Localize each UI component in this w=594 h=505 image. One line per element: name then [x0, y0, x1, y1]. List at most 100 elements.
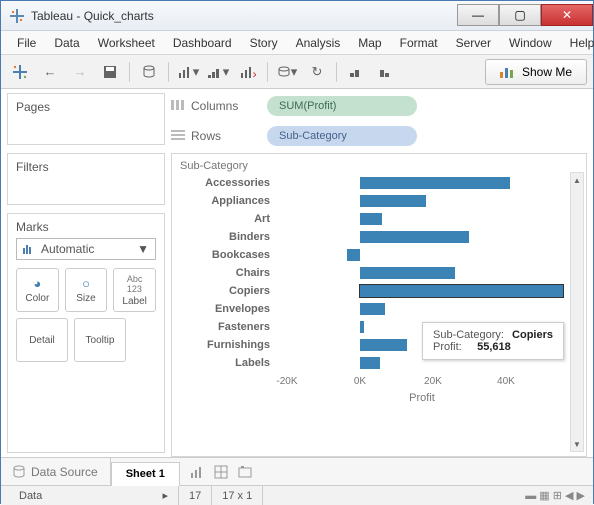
columns-icon — [171, 100, 185, 112]
bar[interactable] — [360, 321, 364, 333]
bar[interactable] — [360, 231, 470, 243]
close-button[interactable]: ✕ — [541, 4, 593, 26]
run-button[interactable]: ↻ — [304, 60, 330, 84]
pages-shelf[interactable]: Pages — [7, 93, 165, 145]
menu-data[interactable]: Data — [48, 34, 85, 52]
marks-label[interactable]: Abc123Label — [113, 268, 156, 312]
bar[interactable] — [360, 357, 380, 369]
tooltip-key1: Sub-Category: — [433, 329, 504, 341]
vertical-scrollbar[interactable]: ▲ ▼ — [570, 172, 584, 452]
size-label: Size — [76, 293, 95, 304]
bar[interactable] — [360, 303, 386, 315]
bar[interactable] — [360, 177, 510, 189]
data-source-label: Data Source — [31, 465, 98, 479]
autoupdate-button[interactable]: ▾ — [274, 60, 300, 84]
status-dims: 17 x 1 — [212, 486, 263, 505]
datasource-button[interactable] — [136, 60, 162, 84]
columns-label: Columns — [191, 99, 238, 113]
forward-button[interactable]: → — [67, 60, 93, 84]
filters-label: Filters — [16, 160, 49, 174]
bar[interactable] — [360, 213, 382, 225]
chart-row[interactable]: Copiers — [176, 282, 568, 300]
scroll-up-icon[interactable]: ▲ — [571, 173, 583, 187]
menu-help[interactable]: Help — [564, 34, 594, 52]
chart-row[interactable]: Chairs — [176, 264, 568, 282]
menu-file[interactable]: File — [11, 34, 42, 52]
tooltip-val1: Copiers — [507, 329, 553, 341]
marks-card: Marks Automatic ▼ ◕Color ○Size Abc123Lab… — [7, 213, 165, 453]
menu-server[interactable]: Server — [450, 34, 497, 52]
new-dashboard-icon[interactable] — [214, 465, 228, 479]
menu-window[interactable]: Window — [503, 34, 558, 52]
new-worksheet-button[interactable]: ▾ — [175, 60, 201, 84]
marks-color[interactable]: ◕Color — [16, 268, 59, 312]
detail-label: Detail — [29, 335, 55, 346]
clear-button[interactable]: ✕ — [235, 60, 261, 84]
chart-row[interactable]: Binders — [176, 228, 568, 246]
logo-icon[interactable] — [7, 60, 33, 84]
title-bar: Tableau - Quick_charts — ▢ ✕ — [1, 1, 593, 31]
view-mode-icons[interactable]: ▬ ▦ ⊞ ◀ ▶ — [525, 489, 585, 502]
chart-row[interactable]: Bookcases — [176, 246, 568, 264]
label-icon: Abc123 — [127, 274, 143, 294]
menu-dashboard[interactable]: Dashboard — [167, 34, 238, 52]
new-story-icon[interactable] — [238, 465, 252, 479]
save-button[interactable] — [97, 60, 123, 84]
sort-desc-button[interactable] — [373, 60, 399, 84]
status-bar: Data▸ 17 17 x 1 ▬ ▦ ⊞ ◀ ▶ — [1, 485, 593, 505]
new-worksheet-icon[interactable] — [190, 465, 204, 479]
marks-tooltip[interactable]: Tooltip — [74, 318, 126, 362]
maximize-button[interactable]: ▢ — [499, 4, 541, 26]
axis-tick: 0K — [354, 376, 366, 387]
chart-row[interactable]: Appliances — [176, 192, 568, 210]
axis-tick: 20K — [424, 376, 442, 387]
marks-label: Marks — [16, 220, 156, 234]
rows-shelf[interactable]: Rows Sub-Category — [171, 123, 587, 149]
rows-label: Rows — [191, 129, 221, 143]
tooltip: Sub-Category: Copiers Profit: 55,618 — [422, 322, 564, 360]
tooltip-val2: 55,618 — [465, 341, 511, 353]
sheet-tabs: Data Source Sheet 1 — [1, 457, 593, 485]
tooltip-key2: Profit: — [433, 341, 462, 353]
chart-row[interactable]: Art — [176, 210, 568, 228]
bar[interactable] — [347, 249, 360, 261]
data-source-tab[interactable]: Data Source — [1, 458, 111, 485]
tooltip-label: Tooltip — [86, 335, 115, 346]
filters-shelf[interactable]: Filters — [7, 153, 165, 205]
marks-type-select[interactable]: Automatic ▼ — [16, 238, 156, 260]
back-button[interactable]: ← — [37, 60, 63, 84]
sort-asc-button[interactable] — [343, 60, 369, 84]
swap-button[interactable]: ▾ — [205, 60, 231, 84]
rows-pill[interactable]: Sub-Category — [267, 126, 417, 146]
chevron-down-icon: ▼ — [137, 242, 149, 256]
chart-row[interactable]: Accessories — [176, 174, 568, 192]
sheet-tab-label: Sheet 1 — [126, 468, 165, 480]
menu-story[interactable]: Story — [244, 34, 284, 52]
datasource-icon — [13, 465, 25, 479]
columns-pill[interactable]: SUM(Profit) — [267, 96, 417, 116]
marks-size[interactable]: ○Size — [65, 268, 108, 312]
row-label: Envelopes — [176, 303, 276, 315]
chart-row[interactable]: Envelopes — [176, 300, 568, 318]
sheet-tab[interactable]: Sheet 1 — [111, 462, 180, 486]
columns-shelf[interactable]: Columns SUM(Profit) — [171, 93, 587, 119]
menu-map[interactable]: Map — [352, 34, 387, 52]
bar[interactable] — [360, 339, 407, 351]
row-label: Fasteners — [176, 321, 276, 333]
bar[interactable] — [360, 195, 426, 207]
marks-type-label: Automatic — [41, 242, 94, 256]
row-label: Chairs — [176, 267, 276, 279]
show-me-button[interactable]: Show Me — [485, 59, 587, 85]
marks-detail[interactable]: Detail — [16, 318, 68, 362]
bar[interactable] — [360, 285, 563, 297]
bar[interactable] — [360, 267, 455, 279]
svg-text:✕: ✕ — [252, 70, 256, 79]
color-label: Color — [25, 293, 49, 304]
status-left: Data▸ — [9, 486, 179, 505]
menu-worksheet[interactable]: Worksheet — [92, 34, 161, 52]
minimize-button[interactable]: — — [457, 4, 499, 26]
menu-analysis[interactable]: Analysis — [290, 34, 347, 52]
menu-format[interactable]: Format — [394, 34, 444, 52]
scroll-down-icon[interactable]: ▼ — [571, 437, 583, 451]
row-label: Copiers — [176, 285, 276, 297]
